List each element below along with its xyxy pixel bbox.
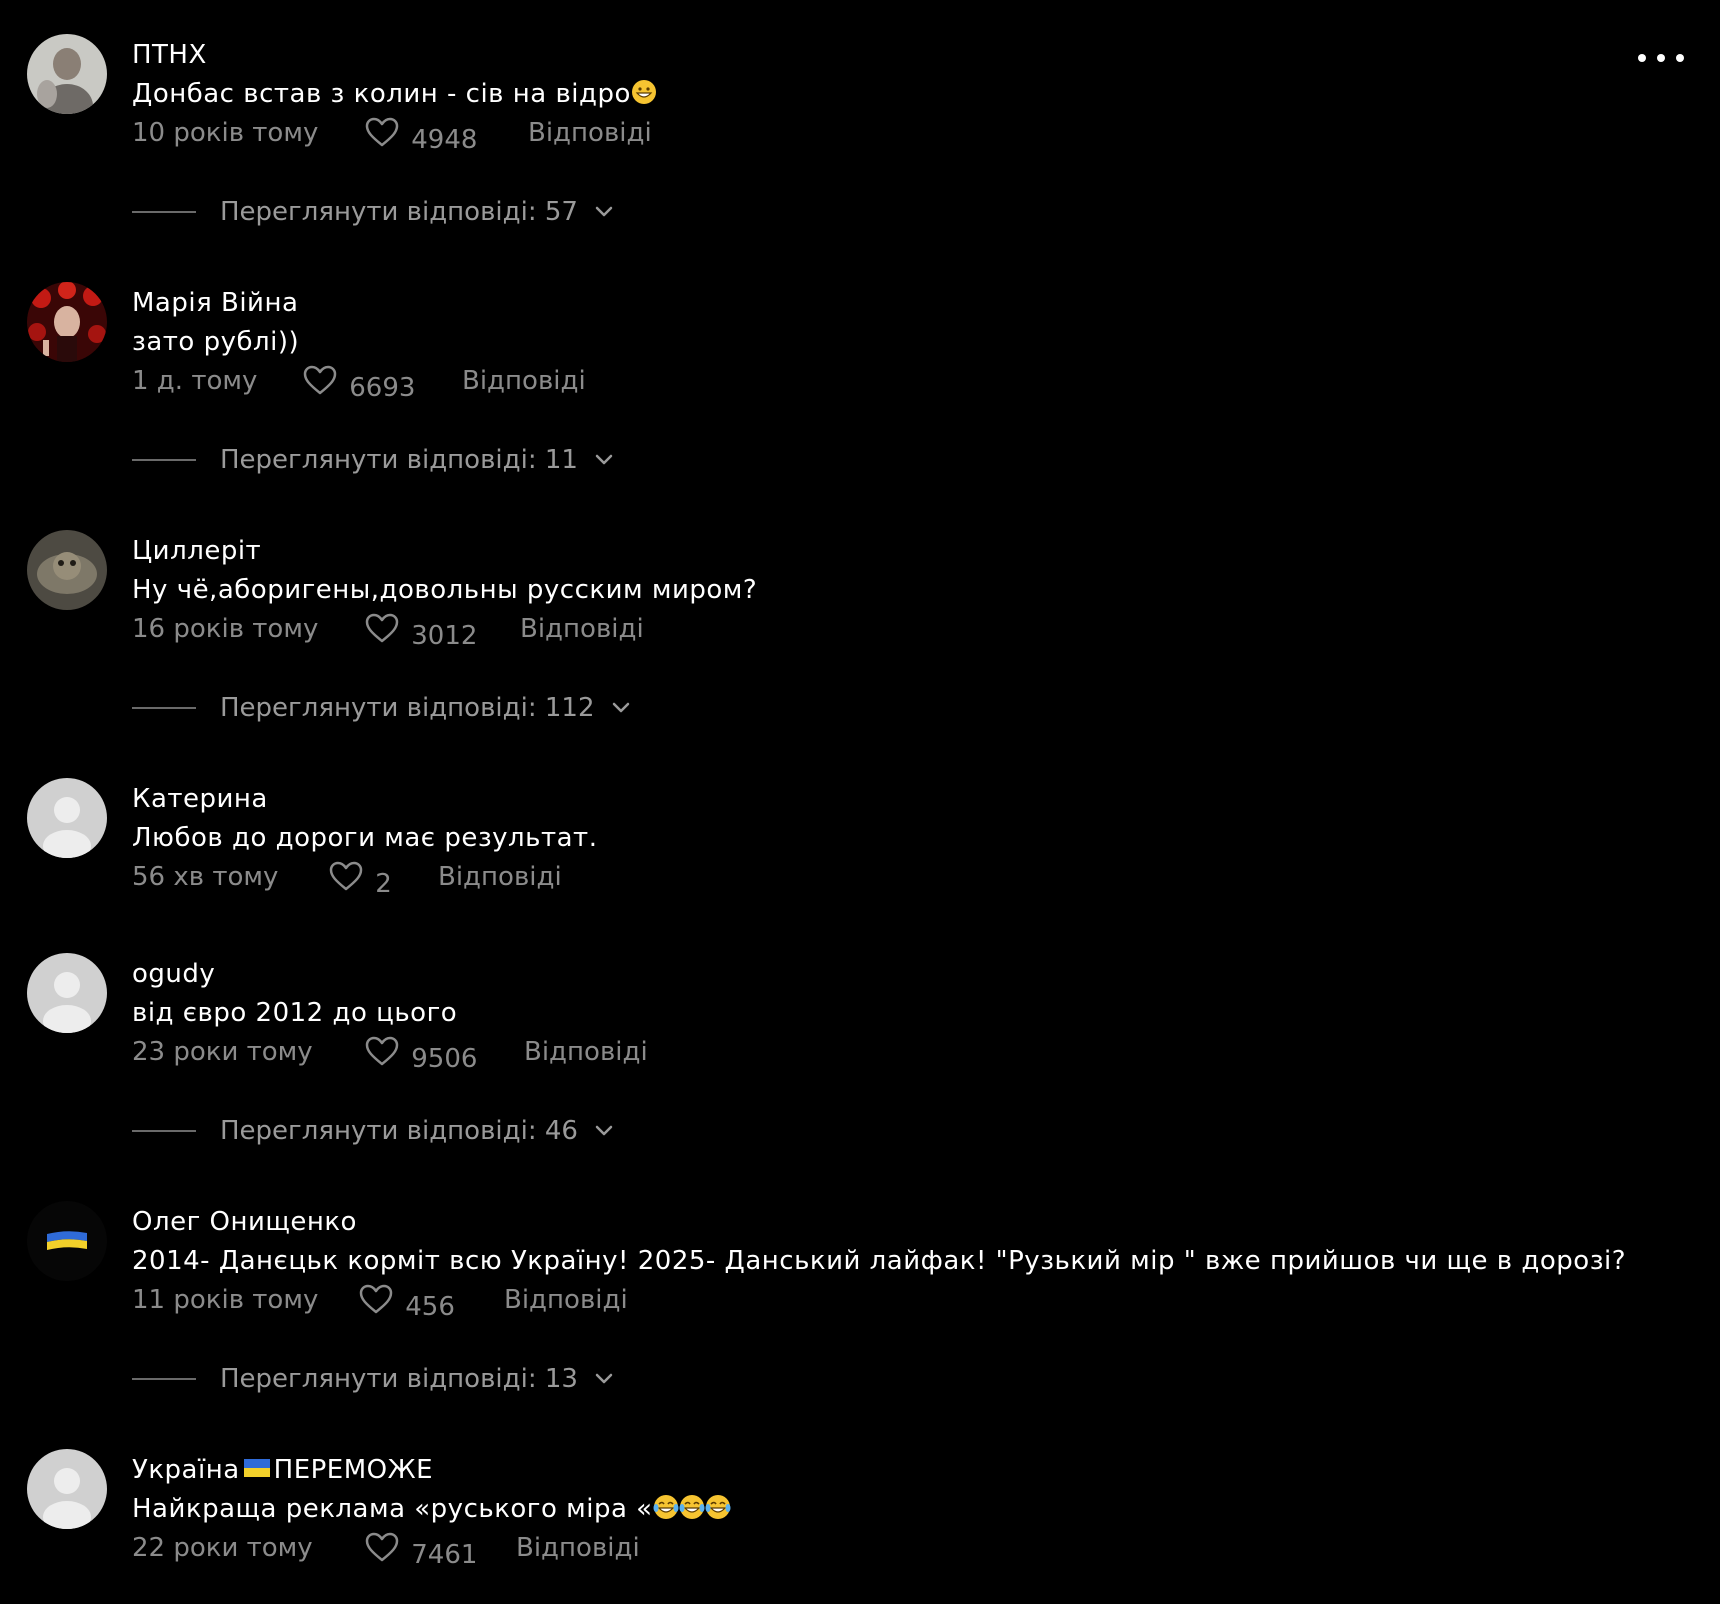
comment-author[interactable]: Олег Онищенко: [132, 1205, 357, 1239]
more-dot-icon: [1638, 54, 1646, 62]
comment-time: 10 років тому: [132, 118, 319, 148]
tears-of-joy-icon: [705, 1494, 731, 1519]
avatar[interactable]: [27, 1449, 107, 1529]
comment-author[interactable]: Циллеріт: [132, 534, 261, 568]
divider-line: [132, 211, 196, 213]
view-replies-label: Переглянути відповіді: 46: [220, 1116, 578, 1146]
like-count: 3012: [411, 621, 478, 651]
more-dot-icon: [1657, 54, 1665, 62]
heart-icon: [359, 1284, 393, 1314]
like-button[interactable]: 9506: [364, 1035, 477, 1076]
avatar[interactable]: [27, 1201, 107, 1281]
chevron-down-icon: [595, 454, 613, 465]
reply-button[interactable]: Відповіді: [438, 860, 562, 894]
reply-button[interactable]: Відповіді: [528, 116, 652, 150]
like-count: 9506: [411, 1044, 478, 1074]
like-count: 4948: [411, 125, 478, 155]
heart-icon: [329, 861, 363, 891]
default-user-icon: [27, 778, 107, 858]
comment-text: Донбас встав з колин - сів на відро: [132, 77, 657, 111]
avatar[interactable]: [27, 778, 107, 858]
view-replies-button[interactable]: Переглянути відповіді: 57: [132, 195, 614, 229]
tears-of-joy-icon: [653, 1494, 679, 1519]
like-button[interactable]: 2: [328, 860, 392, 901]
comment-text: Ну чё,аборигены,довольны русским миром?: [132, 575, 758, 605]
comment-author[interactable]: ПТНХ: [132, 38, 207, 72]
heart-icon: [365, 117, 399, 147]
avatar[interactable]: [27, 282, 107, 362]
chevron-down-icon: [595, 1125, 613, 1136]
avatar-photo-icon: [27, 34, 107, 114]
divider-line: [132, 707, 196, 709]
view-replies-button[interactable]: Переглянути відповіді: 46: [132, 1114, 614, 1148]
comment-text: Любов до дороги має результат.: [132, 823, 598, 853]
like-count: 456: [405, 1292, 455, 1322]
like-count: 2: [375, 869, 392, 899]
view-replies-label: Переглянути відповіді: 13: [220, 1364, 578, 1394]
view-replies-button[interactable]: Переглянути відповіді: 13: [132, 1362, 614, 1396]
divider-line: [132, 1130, 196, 1132]
ukraine-flag-icon: [27, 1201, 107, 1281]
comment-time: 11 років тому: [132, 1285, 319, 1315]
default-user-icon: [27, 1449, 107, 1529]
avatar[interactable]: [27, 34, 107, 114]
like-count: 6693: [349, 373, 416, 403]
comment-text: 2014- Данєцьк корміт всю Україну! 2025- …: [132, 1246, 1627, 1276]
comment-time: 1 д. тому: [132, 366, 258, 396]
view-replies-label: Переглянути відповіді: 112: [220, 693, 595, 723]
like-count: 7461: [411, 1540, 478, 1570]
comment-text: зато рублі)): [132, 327, 300, 357]
divider-line: [132, 459, 196, 461]
chevron-down-icon: [595, 1373, 613, 1384]
avatar-photo-icon: [27, 530, 107, 610]
like-button[interactable]: 6693: [302, 364, 415, 405]
like-button[interactable]: 456: [358, 1283, 455, 1324]
like-button[interactable]: 4948: [364, 116, 477, 157]
comment-time: 22 роки тому: [132, 1533, 313, 1563]
view-replies-label: Переглянути відповіді: 11: [220, 445, 578, 475]
avatar[interactable]: [27, 953, 107, 1033]
heart-icon: [365, 1532, 399, 1562]
view-replies-button[interactable]: Переглянути відповіді: 11: [132, 443, 614, 477]
reply-button[interactable]: Відповіді: [504, 1283, 628, 1317]
comment-text: від євро 2012 до цього: [132, 998, 458, 1028]
reply-button[interactable]: Відповіді: [462, 364, 586, 398]
reply-button[interactable]: Відповіді: [524, 1035, 648, 1069]
comment-time: 56 хв тому: [132, 862, 279, 892]
more-dot-icon: [1676, 54, 1684, 62]
default-user-icon: [27, 953, 107, 1033]
comment-time: 16 років тому: [132, 614, 319, 644]
chevron-down-icon: [595, 206, 613, 217]
ukraine-flag-icon: [243, 1458, 270, 1477]
divider-line: [132, 1378, 196, 1380]
tears-of-joy-icon: [679, 1494, 705, 1519]
comment-author[interactable]: ogudy: [132, 957, 215, 991]
comment-text: Найкраща реклама «руського міра «: [132, 1492, 731, 1526]
view-replies-label: Переглянути відповіді: 57: [220, 197, 578, 227]
heart-icon: [365, 613, 399, 643]
heart-icon: [365, 1036, 399, 1066]
reply-button[interactable]: Відповіді: [516, 1531, 640, 1565]
comment-author[interactable]: Катерина: [132, 782, 268, 816]
like-button[interactable]: 7461: [364, 1531, 477, 1572]
more-options-button[interactable]: [1638, 46, 1684, 70]
comment-author[interactable]: Марія Війна: [132, 286, 298, 320]
grinning-face-icon: [631, 79, 656, 104]
comment-time: 23 роки тому: [132, 1037, 313, 1067]
avatar[interactable]: [27, 530, 107, 610]
like-button[interactable]: 3012: [364, 612, 477, 653]
reply-button[interactable]: Відповіді: [520, 612, 644, 646]
heart-icon: [303, 365, 337, 395]
view-replies-button[interactable]: Переглянути відповіді: 112: [132, 691, 631, 725]
comment-author[interactable]: Україна ПЕРЕМОЖЕ: [132, 1453, 433, 1487]
avatar-photo-icon: [27, 282, 107, 362]
chevron-down-icon: [612, 702, 629, 713]
